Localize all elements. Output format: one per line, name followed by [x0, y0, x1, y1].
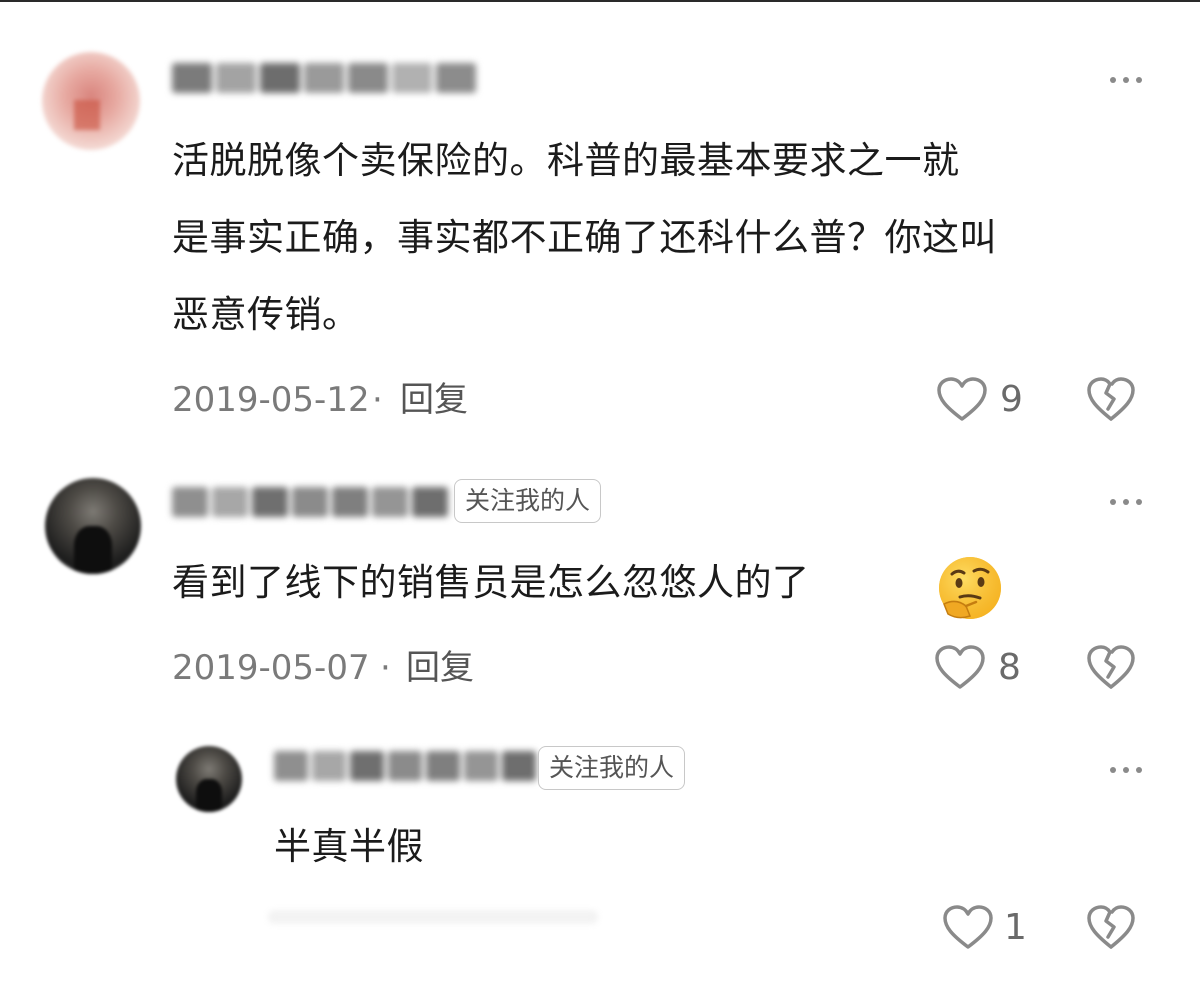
comment-text-line: 恶意传销。 [172, 293, 360, 336]
reply-button[interactable]: 回复 [400, 380, 468, 420]
follow-badge: 关注我的人 [538, 746, 686, 790]
reply-comment-item: 关注我的人 半真半假 1 [0, 710, 1200, 995]
heart-icon[interactable] [942, 905, 994, 951]
comment-item: 活脱脱像个卖保险的。科普的最基本要求之一就 是事实正确，事实都不正确了还科什么普… [0, 0, 1200, 440]
broken-heart-icon[interactable] [1086, 905, 1136, 951]
like-count: 8 [998, 647, 1021, 688]
comment-item: 关注我的人 看到了线下的销售员是怎么忽悠人的了 2019-05-07 · 回复 … [0, 440, 1200, 710]
meta-separator: · [380, 648, 391, 688]
comment-date: 2019-05-12 [172, 380, 370, 420]
reply-button[interactable]: 回复 [406, 648, 474, 688]
follow-badge: 关注我的人 [454, 479, 602, 523]
broken-heart-icon[interactable] [1086, 377, 1136, 423]
faded-meta-row [268, 910, 598, 924]
username-blurred[interactable] [274, 746, 536, 786]
user-avatar[interactable] [176, 746, 242, 812]
user-avatar[interactable] [45, 478, 141, 574]
more-horizontal-icon[interactable] [1110, 764, 1142, 776]
broken-heart-icon[interactable] [1086, 645, 1136, 691]
heart-icon[interactable] [934, 645, 986, 691]
comment-text-line: 活脱脱像个卖保险的。科普的最基本要求之一就 [172, 139, 960, 182]
username-blurred[interactable] [172, 58, 476, 98]
more-horizontal-icon[interactable] [1110, 74, 1142, 86]
like-count: 1 [1004, 907, 1027, 948]
heart-icon[interactable] [936, 377, 988, 423]
meta-separator: · [372, 380, 383, 420]
comment-text-line: 是事实正确，事实都不正确了还科什么普？你这叫 [172, 216, 997, 259]
like-count: 9 [1000, 379, 1023, 420]
comment-text: 看到了线下的销售员是怎么忽悠人的了 [172, 561, 810, 604]
thinking-face-emoji [939, 557, 1001, 619]
user-avatar[interactable] [42, 52, 140, 150]
comment-text: 半真半假 [274, 825, 424, 868]
username-blurred[interactable] [172, 482, 448, 522]
comment-date: 2019-05-07 [172, 648, 370, 688]
more-horizontal-icon[interactable] [1110, 496, 1142, 508]
comment-section: 活脱脱像个卖保险的。科普的最基本要求之一就 是事实正确，事实都不正确了还科什么普… [0, 0, 1200, 995]
